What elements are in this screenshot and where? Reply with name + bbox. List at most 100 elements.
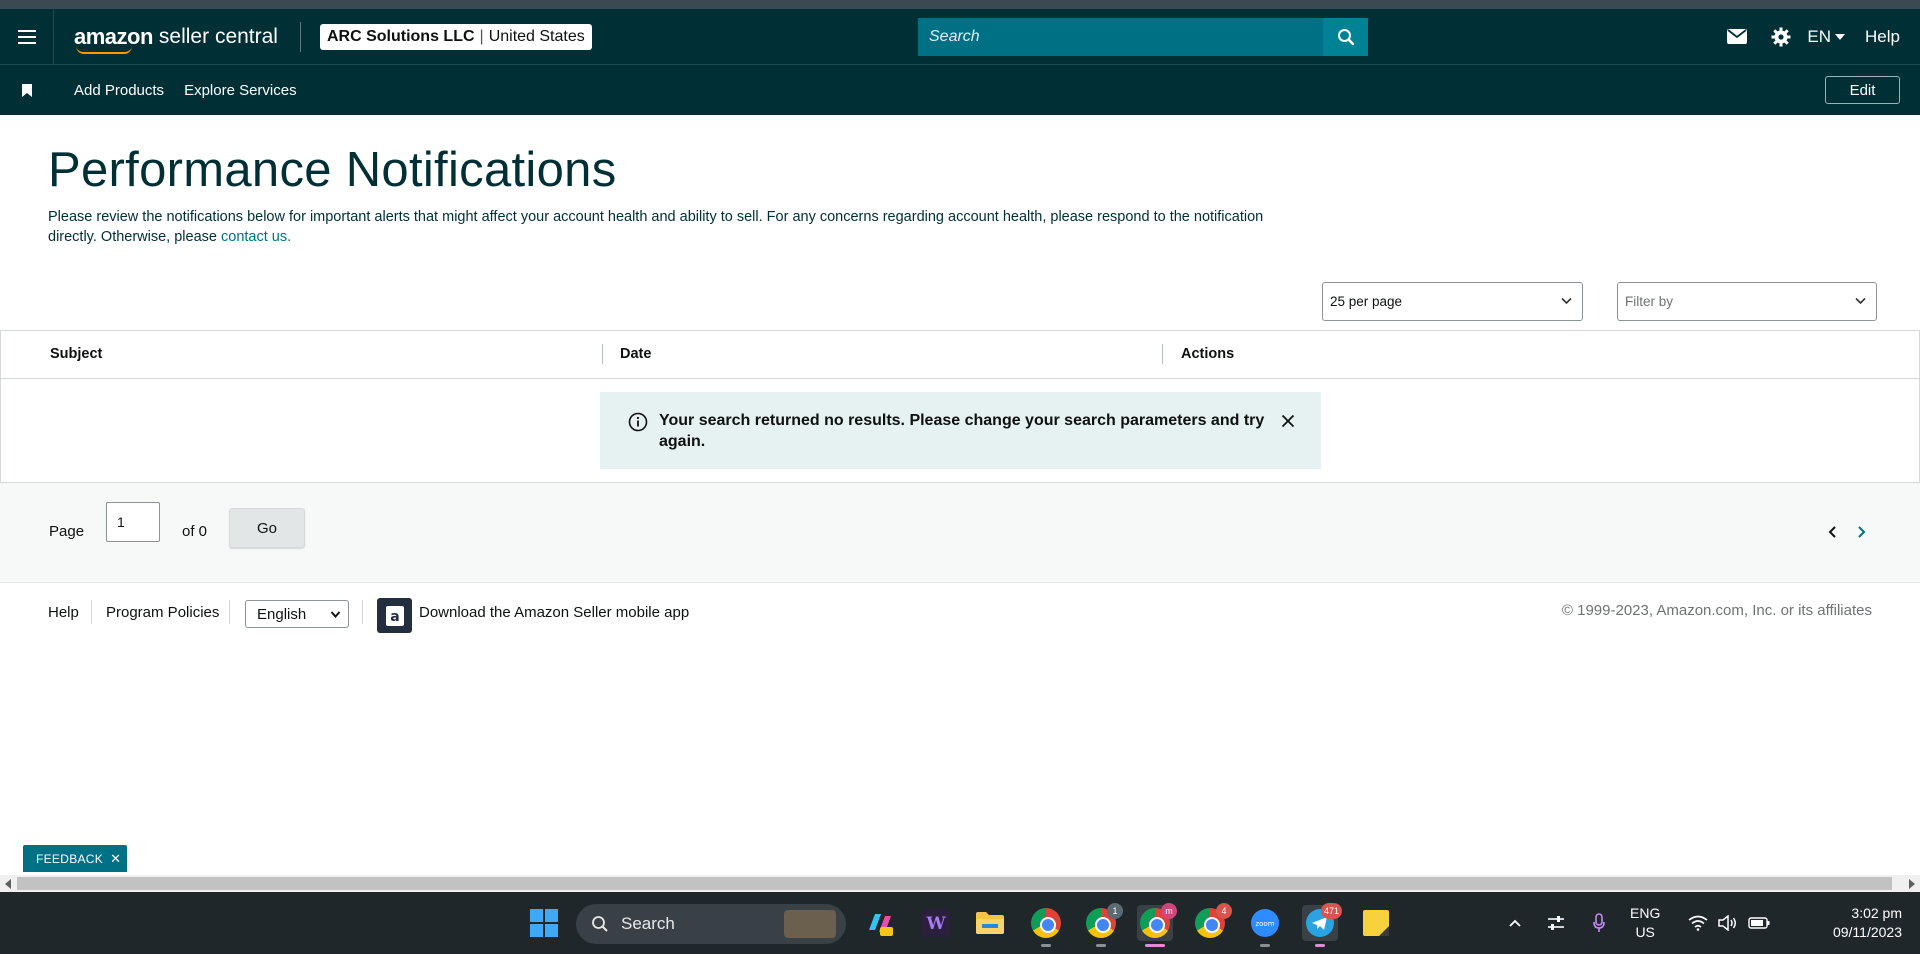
- taskbar-search-label: Search: [621, 914, 675, 933]
- language-code: EN: [1807, 26, 1832, 46]
- copyright-text: © 1999-2023, Amazon.com, Inc. or its aff…: [1561, 602, 1872, 619]
- per-page-select[interactable]: 25 per page: [1322, 282, 1583, 321]
- horizontal-scrollbar[interactable]: [0, 875, 1920, 892]
- taskbar-chrome-1[interactable]: [1028, 905, 1064, 947]
- taskbar-copilot[interactable]: [862, 905, 898, 941]
- seller-central-logo[interactable]: amazon seller central: [74, 22, 278, 54]
- page-title: Performance Notifications: [48, 143, 617, 197]
- bookmark-add-products[interactable]: Add Products: [74, 82, 164, 99]
- previous-page-icon[interactable]: [1827, 525, 1839, 539]
- taskbar-chrome-2[interactable]: 1: [1083, 903, 1123, 947]
- pagination-bar: Page of 0 Go: [0, 483, 1920, 583]
- page-label: Page: [49, 523, 85, 540]
- running-indicator: [1041, 944, 1051, 947]
- chrome-badge: 1: [1107, 903, 1123, 919]
- folder-icon: [976, 912, 1004, 934]
- filter-by-placeholder: Filter by: [1625, 294, 1674, 309]
- footer-divider: [229, 600, 230, 624]
- input-language[interactable]: ENG US: [1630, 904, 1660, 942]
- search-icon: [592, 916, 608, 932]
- close-icon[interactable]: ✕: [110, 851, 121, 867]
- footer-divider: [362, 600, 363, 624]
- start-button[interactable]: [526, 905, 562, 941]
- copilot-icon: [869, 914, 893, 936]
- top-navbar: amazon seller central ARC Solutions LLC …: [0, 9, 1920, 64]
- footer-help-link[interactable]: Help: [48, 604, 79, 621]
- account-switcher[interactable]: ARC Solutions LLC | United States: [319, 23, 592, 50]
- chevron-down-icon: [330, 611, 341, 619]
- close-icon[interactable]: [1281, 414, 1295, 428]
- taskbar-sticky-notes[interactable]: [1358, 905, 1394, 941]
- search-input[interactable]: [918, 18, 1323, 56]
- column-date[interactable]: Date: [620, 346, 651, 362]
- page-footer: Help Program Policies English a Download…: [0, 584, 1920, 644]
- bookmark-button[interactable]: [0, 83, 54, 97]
- search-button[interactable]: [1323, 18, 1368, 56]
- contact-us-link[interactable]: contact us.: [221, 229, 291, 245]
- column-divider: [1162, 344, 1163, 364]
- taskbar-zoom[interactable]: zoom: [1247, 905, 1283, 947]
- settings-button[interactable]: [1759, 9, 1803, 64]
- chevron-up-icon[interactable]: [1508, 918, 1522, 928]
- language-selector[interactable]: EN: [1807, 26, 1846, 47]
- sliders-icon[interactable]: [1547, 915, 1565, 931]
- filter-by-select[interactable]: Filter by: [1617, 282, 1877, 321]
- taskbar-telegram[interactable]: 471: [1302, 903, 1342, 947]
- footer-language-value: English: [257, 605, 307, 623]
- download-app-link[interactable]: Download the Amazon Seller mobile app: [419, 604, 689, 621]
- amazon-app-icon[interactable]: a: [377, 598, 412, 633]
- microphone-icon[interactable]: [1593, 913, 1605, 933]
- footer-language-select[interactable]: English: [245, 600, 349, 628]
- svg-text:a: a: [390, 609, 399, 625]
- per-page-value: 25 per page: [1330, 294, 1403, 309]
- chevron-down-icon: [1561, 297, 1572, 305]
- taskbar-chrome-3[interactable]: m: [1137, 903, 1177, 947]
- taskbar-clock[interactable]: 3:02 pm 09/11/2023: [1833, 904, 1902, 942]
- global-search: [918, 18, 1368, 56]
- taskbar-search[interactable]: Search: [576, 904, 846, 944]
- input-language-top: ENG: [1630, 905, 1661, 921]
- bookmark-icon: [22, 83, 32, 97]
- page-number-input[interactable]: [106, 502, 160, 542]
- chrome-badge: m: [1161, 903, 1177, 919]
- logo-smile-icon: [76, 46, 132, 54]
- running-indicator: [1096, 944, 1106, 947]
- column-subject[interactable]: Subject: [50, 346, 102, 362]
- mail-icon: [1727, 29, 1748, 44]
- svg-text:zoom: zoom: [1255, 920, 1274, 928]
- bookmark-explore-services[interactable]: Explore Services: [184, 82, 297, 99]
- search-highlight-image: [784, 910, 836, 938]
- messages-button[interactable]: [1715, 9, 1759, 64]
- scrollbar-thumb[interactable]: [17, 877, 1892, 890]
- taskbar-app-w[interactable]: W: [918, 905, 954, 941]
- battery-icon[interactable]: [1748, 917, 1770, 929]
- wifi-icon[interactable]: [1688, 915, 1708, 931]
- system-tray: ENG US: [1508, 892, 1770, 954]
- scroll-left-icon[interactable]: [4, 879, 12, 889]
- nav-divider: [299, 21, 301, 52]
- zoom-icon: zoom: [1251, 909, 1279, 937]
- footer-program-policies-link[interactable]: Program Policies: [106, 604, 219, 621]
- feedback-tab[interactable]: FEEDBACK ✕: [23, 845, 127, 872]
- search-icon: [1337, 29, 1354, 46]
- chrome-badge: 4: [1216, 903, 1232, 919]
- help-link[interactable]: Help: [1865, 27, 1900, 47]
- taskbar-chrome-4[interactable]: 4: [1192, 903, 1232, 941]
- taskbar-file-explorer[interactable]: [972, 905, 1008, 941]
- account-name: ARC Solutions LLC: [326, 27, 475, 45]
- info-icon: [628, 412, 648, 432]
- edit-bookmarks-button[interactable]: Edit: [1825, 76, 1900, 104]
- browser-top-strip: [0, 0, 1920, 9]
- column-divider: [602, 344, 603, 364]
- volume-icon[interactable]: [1718, 915, 1738, 931]
- footer-divider: [91, 600, 92, 624]
- notifications-table: Subject Date Actions Your search returne…: [0, 330, 1920, 483]
- logo-product: seller central: [158, 24, 278, 48]
- active-indicator: [1315, 944, 1325, 947]
- go-button[interactable]: Go: [229, 508, 305, 548]
- menu-icon[interactable]: [0, 9, 54, 64]
- next-page-icon[interactable]: [1855, 525, 1867, 539]
- clock-time: 3:02 pm: [1851, 905, 1902, 921]
- scroll-right-icon[interactable]: [1908, 879, 1916, 889]
- account-separator: |: [479, 27, 484, 45]
